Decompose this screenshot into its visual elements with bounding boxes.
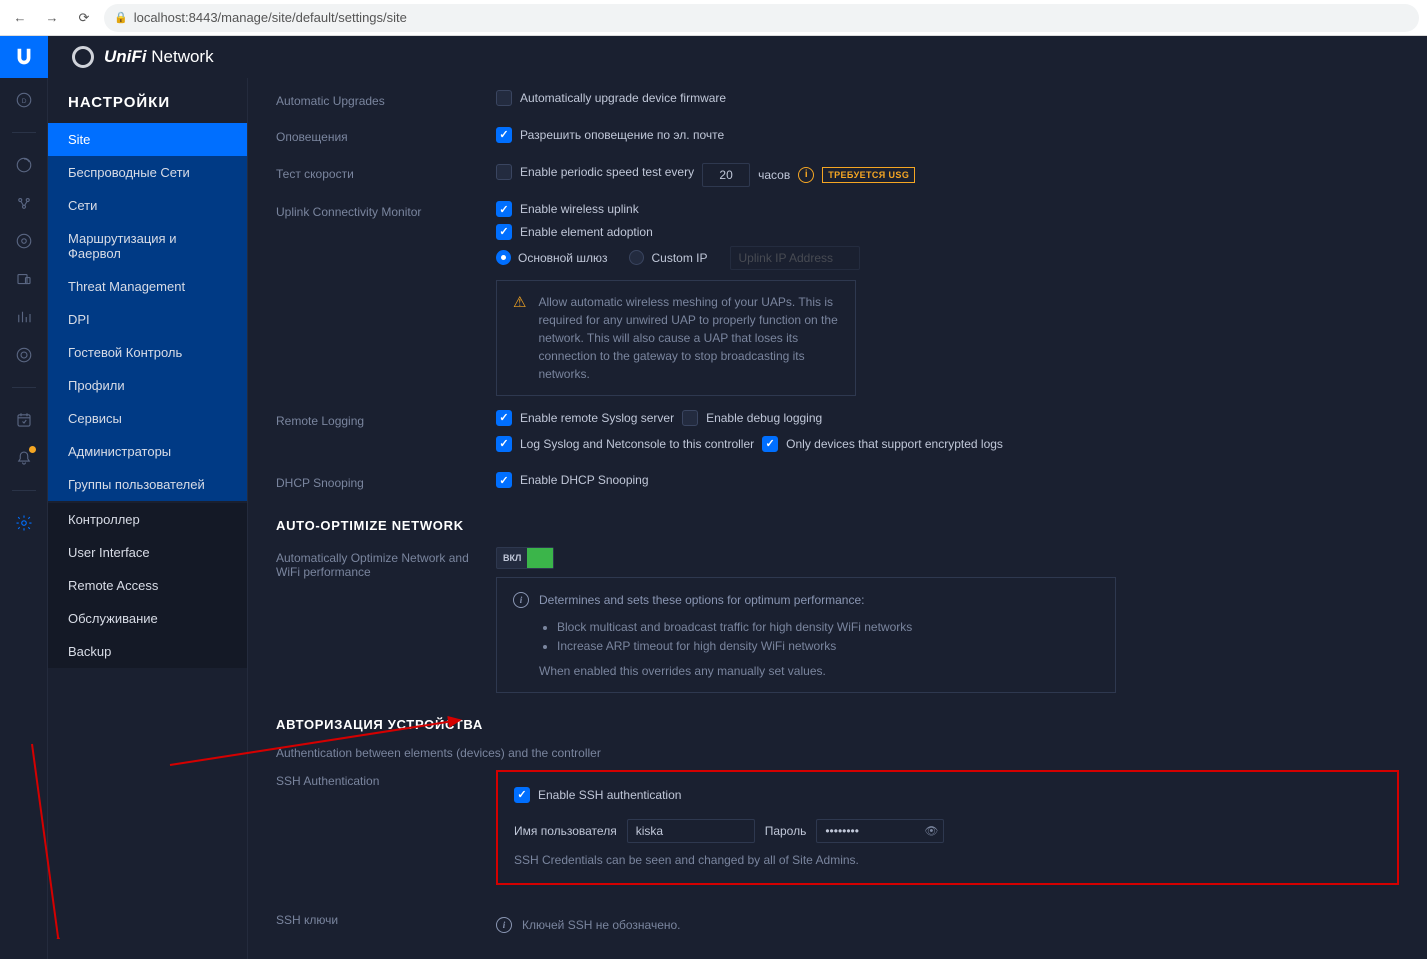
- checkbox-enable-ssh[interactable]: Enable SSH authentication: [514, 787, 681, 803]
- label-auto-upgrades: Automatic Upgrades: [276, 90, 496, 108]
- browser-toolbar: ← → ⟳ 🔒 localhost:8443/manage/site/defau…: [0, 0, 1427, 36]
- logo-icon[interactable]: [0, 36, 48, 78]
- eye-icon[interactable]: 👁: [924, 824, 938, 837]
- url-bar[interactable]: 🔒 localhost:8443/manage/site/default/set…: [104, 4, 1419, 32]
- heading-device-auth: АВТОРИЗАЦИЯ УСТРОЙСТВА: [276, 717, 1399, 732]
- label-ssh-keys: SSH ключи: [276, 909, 496, 927]
- checkbox-encrypted-only[interactable]: Only devices that support encrypted logs: [762, 436, 1003, 452]
- brand-circle-icon: [72, 46, 94, 68]
- checkbox-dhcp-snooping[interactable]: Enable DHCP Snooping: [496, 472, 649, 488]
- input-uplink-ip[interactable]: [730, 246, 860, 270]
- sidebar-item-services[interactable]: Сервисы: [48, 402, 247, 435]
- back-button[interactable]: ←: [8, 6, 32, 30]
- sidebar-group-1: Site Беспроводные Сети Сети Маршрутизаци…: [48, 123, 247, 501]
- label-alerts: Оповещения: [276, 126, 496, 144]
- label-hours: часов: [758, 168, 790, 182]
- sidebar-item-remote[interactable]: Remote Access: [48, 569, 247, 602]
- label-dhcp-snooping: DHCP Snooping: [276, 472, 496, 490]
- device-auth-subtitle: Authentication between elements (devices…: [276, 746, 1399, 760]
- app-header: UniFi Network: [0, 36, 1427, 78]
- rail-wifi-icon[interactable]: [14, 345, 34, 365]
- label-speedtest: Тест скорости: [276, 163, 496, 181]
- ssh-keys-empty: Ключей SSH не обозначено.: [522, 918, 681, 932]
- input-speedtest-interval[interactable]: [702, 163, 750, 187]
- heading-auto-optimize: AUTO-OPTIMIZE NETWORK: [276, 518, 1399, 533]
- label-username: Имя пользователя: [514, 824, 617, 838]
- rail-settings-icon[interactable]: [14, 513, 34, 533]
- sidebar-item-usergroups[interactable]: Группы пользователей: [48, 468, 247, 501]
- checkbox-log-controller[interactable]: Log Syslog and Netconsole to this contro…: [496, 436, 754, 452]
- rail-map-icon[interactable]: [14, 193, 34, 213]
- uplink-warning-box: ⚠ Allow automatic wireless meshing of yo…: [496, 280, 856, 396]
- lock-icon: 🔒: [114, 11, 128, 24]
- sidebar-item-admins[interactable]: Администраторы: [48, 435, 247, 468]
- main-content: Automatic Upgrades Automatically upgrade…: [248, 78, 1427, 959]
- sidebar-item-ui[interactable]: User Interface: [48, 536, 247, 569]
- checkbox-speedtest[interactable]: Enable periodic speed test every: [496, 164, 694, 180]
- label-remote-logging: Remote Logging: [276, 410, 496, 428]
- rail-insights-icon[interactable]: [14, 307, 34, 327]
- sidebar-item-dpi[interactable]: DPI: [48, 303, 247, 336]
- sidebar-group-2: Контроллер User Interface Remote Access …: [48, 503, 247, 668]
- input-ssh-username[interactable]: [627, 819, 755, 843]
- usg-required-badge: ТРЕБУЕТСЯ USG: [822, 167, 915, 183]
- warning-icon: ⚠: [513, 293, 526, 383]
- ssh-highlight-box: Enable SSH authentication Имя пользовате…: [496, 770, 1399, 885]
- toggle-auto-optimize[interactable]: ВКЛ: [496, 547, 554, 569]
- brand: UniFi Network: [48, 46, 214, 68]
- rail-devices-icon[interactable]: [14, 231, 34, 251]
- sidebar-item-profiles[interactable]: Профили: [48, 369, 247, 402]
- radio-default-gateway[interactable]: Основной шлюз: [496, 250, 607, 265]
- radio-custom-ip[interactable]: Custom IP: [629, 250, 707, 265]
- info-icon: i: [496, 917, 512, 933]
- rail-statistics-icon[interactable]: [14, 155, 34, 175]
- checkbox-debug-log[interactable]: Enable debug logging: [682, 410, 822, 426]
- reload-button[interactable]: ⟳: [72, 6, 96, 30]
- sidebar-item-controller[interactable]: Контроллер: [48, 503, 247, 536]
- checkbox-email-alerts[interactable]: Разрешить оповещение по эл. почте: [496, 127, 724, 143]
- nav-rail: D: [0, 78, 48, 959]
- info-icon: i: [513, 592, 529, 608]
- settings-sidebar: НАСТРОЙКИ Site Беспроводные Сети Сети Ма…: [48, 78, 248, 959]
- sidebar-item-wireless[interactable]: Беспроводные Сети: [48, 156, 247, 189]
- label-uplink: Uplink Connectivity Monitor: [276, 201, 496, 219]
- checkbox-syslog[interactable]: Enable remote Syslog server: [496, 410, 674, 426]
- sidebar-item-backup[interactable]: Backup: [48, 635, 247, 668]
- rail-alerts-icon[interactable]: [14, 448, 34, 468]
- sidebar-item-maintenance[interactable]: Обслуживание: [48, 602, 247, 635]
- rail-clients-icon[interactable]: [14, 269, 34, 289]
- sidebar-title: НАСТРОЙКИ: [48, 78, 247, 123]
- rail-dashboard-icon[interactable]: D: [14, 90, 34, 110]
- url-text: localhost:8443/manage/site/default/setti…: [134, 10, 407, 25]
- sidebar-item-threat[interactable]: Threat Management: [48, 270, 247, 303]
- forward-button[interactable]: →: [40, 6, 64, 30]
- sidebar-item-guest[interactable]: Гостевой Контроль: [48, 336, 247, 369]
- checkbox-auto-upgrade[interactable]: Automatically upgrade device firmware: [496, 90, 726, 106]
- sidebar-item-routing[interactable]: Маршрутизация и Фаервол: [48, 222, 247, 270]
- checkbox-element-adoption[interactable]: Enable element adoption: [496, 224, 653, 240]
- label-password: Пароль: [765, 824, 807, 838]
- info-icon[interactable]: i: [798, 167, 814, 183]
- auto-optimize-info: iDetermines and sets these options for o…: [496, 577, 1116, 693]
- checkbox-wireless-uplink[interactable]: Enable wireless uplink: [496, 201, 639, 217]
- label-auto-optimize: Automatically Optimize Network and WiFi …: [276, 547, 496, 579]
- sidebar-item-site[interactable]: Site: [48, 123, 247, 156]
- ssh-note: SSH Credentials can be seen and changed …: [514, 853, 1381, 867]
- svg-text:D: D: [21, 98, 26, 105]
- rail-events-icon[interactable]: [14, 410, 34, 430]
- label-ssh-auth: SSH Authentication: [276, 770, 496, 788]
- sidebar-item-networks[interactable]: Сети: [48, 189, 247, 222]
